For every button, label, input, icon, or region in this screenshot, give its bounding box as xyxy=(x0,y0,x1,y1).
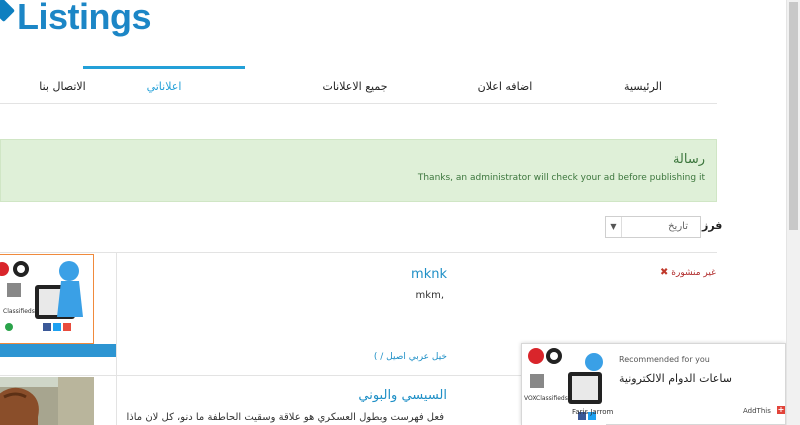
listing-divider xyxy=(116,253,117,375)
success-alert: رسالة Thanks, an administrator will chec… xyxy=(0,139,717,202)
status-badge: ✖ غير منشورة xyxy=(657,267,716,278)
nav-item-my-ads[interactable]: اعلاناتي xyxy=(83,66,245,104)
listing-description: mkm, xyxy=(415,290,444,301)
logo-text: Listings xyxy=(17,0,152,37)
listing-divider xyxy=(116,376,117,425)
recommended-label: Recommended for you xyxy=(619,355,710,364)
listing-category-link[interactable]: ( / خيل عربي اصيل xyxy=(374,352,447,362)
thumbnail-bar xyxy=(0,344,116,357)
listing-title[interactable]: mknk xyxy=(411,267,447,282)
alert-title: رسالة xyxy=(672,152,705,167)
recommended-title[interactable]: ساعات الدوام الالكترونية xyxy=(619,372,732,385)
addthis-label[interactable]: AddThis xyxy=(743,407,771,415)
sort-select[interactable]: ▼ تاريخ xyxy=(605,216,701,238)
sort-selected-value: تاريخ xyxy=(668,221,688,232)
svg-text:Classifieds: Classifieds xyxy=(3,308,35,315)
alert-text: Thanks, an administrator will check your… xyxy=(417,173,705,183)
listing-title[interactable]: السيسي والبوني xyxy=(358,388,447,403)
status-text: غير منشورة xyxy=(671,268,716,278)
logo-mark-icon xyxy=(0,0,16,23)
svg-text:VOXClassifieds: VOXClassifieds xyxy=(524,395,568,402)
nav-item-contact[interactable]: الاتصال بنا xyxy=(20,66,105,104)
main-nav: الرئيسية اضافه اعلان جميع الاعلانات اعلا… xyxy=(0,66,717,104)
page-scrollbar[interactable] xyxy=(786,0,800,425)
sort-label: فرز xyxy=(702,219,723,232)
recommended-popup[interactable]: VOXClassifieds Faris Jarrom Recommended … xyxy=(521,343,786,425)
listing-thumbnail[interactable] xyxy=(0,377,94,425)
ad-caption: Faris Jarrom xyxy=(572,408,614,416)
classifieds-image-icon: Classifieds xyxy=(0,255,93,343)
scrollbar-thumb[interactable] xyxy=(789,2,798,230)
close-icon: ✖ xyxy=(660,267,669,278)
addthis-plus-icon[interactable]: + xyxy=(777,406,785,414)
nav-item-home[interactable]: الرئيسية xyxy=(603,66,683,104)
chevron-down-icon: ▼ xyxy=(606,217,622,237)
listing-description: فعل فهرست وبطول العسكري هو علاقة وسقيت ا… xyxy=(126,412,445,423)
listing-thumbnail[interactable]: Classifieds xyxy=(0,254,94,344)
nav-item-add-ad[interactable]: اضافه اعلان xyxy=(455,66,555,104)
horse-image-icon xyxy=(0,377,94,425)
nav-item-all-ads[interactable]: جميع الاعلانات xyxy=(305,66,405,104)
